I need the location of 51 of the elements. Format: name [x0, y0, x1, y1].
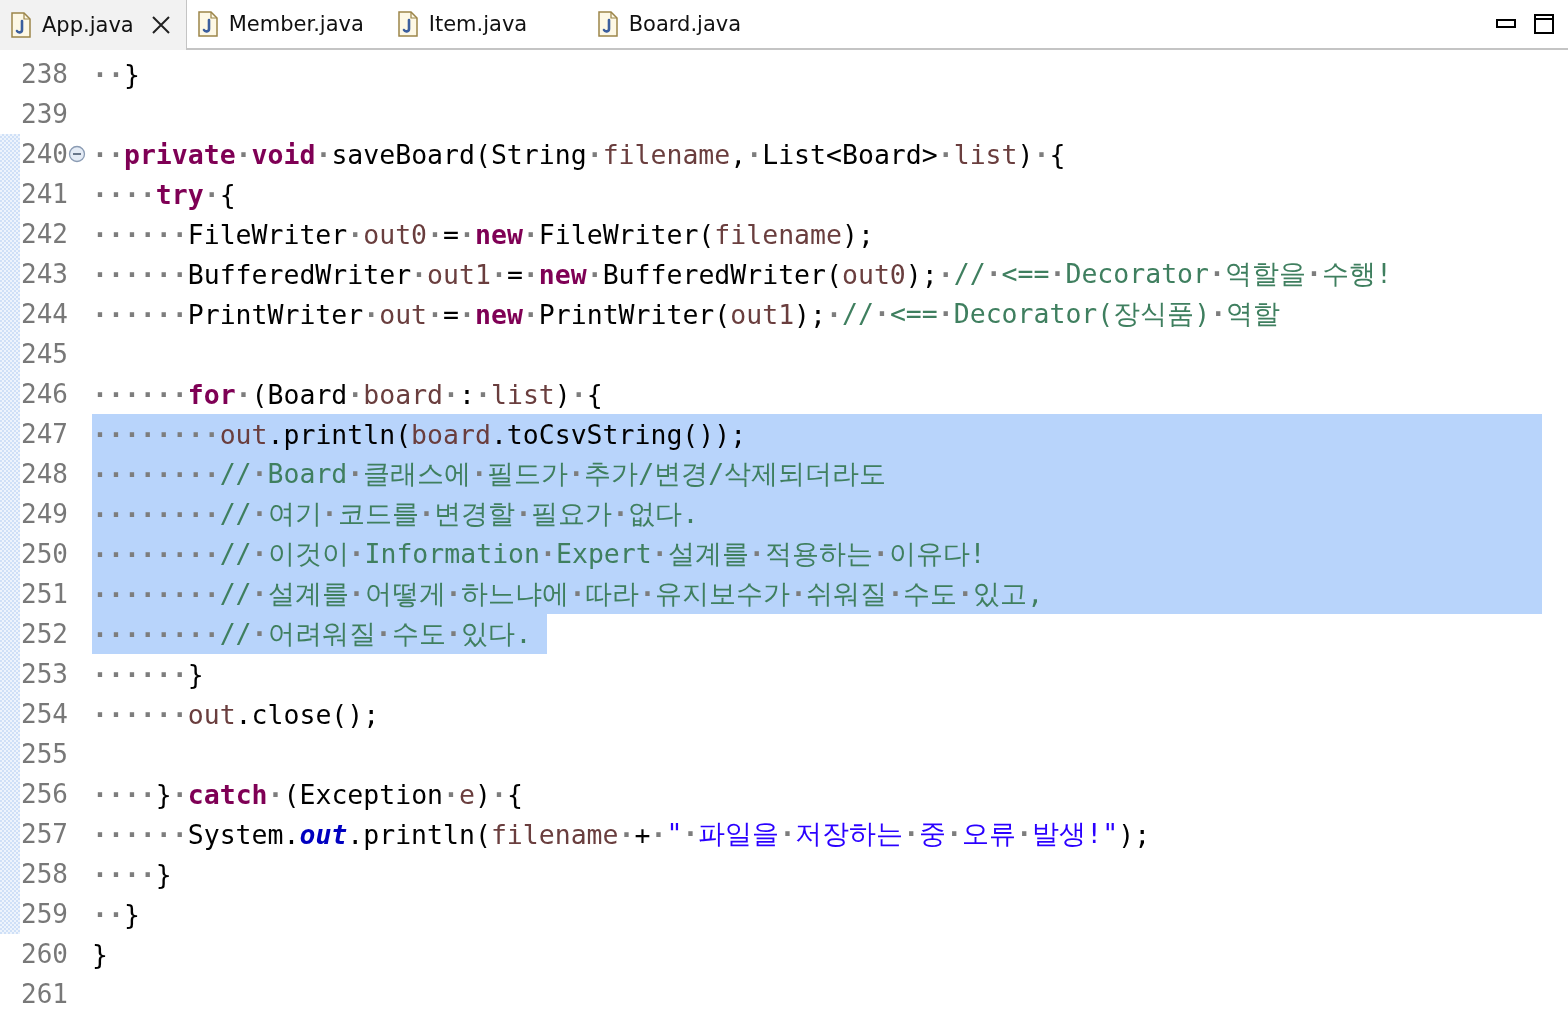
line-number: 242 [20, 219, 68, 249]
code-line: ····try·{ [92, 177, 236, 212]
line-number: 238 [20, 59, 68, 89]
line-number: 249 [20, 499, 68, 529]
line-number: 241 [20, 179, 68, 209]
line-number: 261 [20, 979, 68, 1009]
line-number: 239 [20, 99, 68, 129]
line-number: 246 [20, 379, 68, 409]
line-number: 255 [20, 739, 68, 769]
line-number: 257 [20, 819, 68, 849]
line-number: 247 [20, 419, 68, 449]
line-number: 245 [20, 339, 68, 369]
line-number: 258 [20, 859, 68, 889]
java-file-icon [396, 11, 419, 37]
java-file-icon [596, 11, 619, 37]
line-number: 243 [20, 259, 68, 289]
code-line: ··} [92, 57, 140, 92]
code-line: ······out.close(); [92, 697, 380, 732]
line-number: 259 [20, 899, 68, 929]
tab-label: Item.java [428, 12, 528, 36]
line-number: 248 [20, 459, 68, 489]
code-line: ··} [92, 897, 140, 932]
code-line: ······FileWriter·out0·=·new·FileWriter(filename); [92, 217, 874, 252]
tab-label: App.java [42, 13, 134, 37]
tab-label: Board.java [628, 12, 742, 36]
line-number: 256 [20, 779, 68, 809]
code-line: ····}·catch·(Exception·e)·{ [92, 777, 523, 812]
line-number: 252 [20, 619, 68, 649]
line-number: 253 [20, 659, 68, 689]
tab-label: Member.java [228, 12, 364, 36]
java-file-icon [10, 12, 32, 38]
line-number: 250 [20, 539, 68, 569]
code-line: } [92, 937, 108, 972]
code-line: ······BufferedWriter·out1·=·new·BufferedWriter(out0);·//·<==·Decorator·역할을·수행! [92, 257, 1392, 292]
line-number: 240 [20, 139, 68, 169]
code-line: ··private·void·saveBoard(String·filename,·List<Board>·list)·{ [92, 137, 1066, 172]
code-line: ······for·(Board·board·:·list)·{ [92, 377, 603, 412]
line-number: 260 [20, 939, 68, 969]
line-number: 251 [20, 579, 68, 609]
code-line: ······PrintWriter·out·=·new·PrintWriter(out1);·//·<==·Decorator(장식품)·역할 [92, 297, 1281, 332]
code-line: ······} [92, 657, 204, 692]
editor-tab[interactable]: App.java [0, 0, 187, 50]
close-icon [149, 14, 172, 36]
fold-minus-icon[interactable] [68, 145, 86, 163]
java-file-icon [196, 11, 219, 37]
maximize-icon [1534, 14, 1554, 34]
line-number: 254 [20, 699, 68, 729]
code-line: ······System.out.println(filename·+·"·파일을·저장하는·중·오류·발생!"); [92, 817, 1151, 852]
line-number: 244 [20, 299, 68, 329]
minimize-icon [1496, 19, 1516, 29]
code-line: ····} [92, 857, 172, 892]
